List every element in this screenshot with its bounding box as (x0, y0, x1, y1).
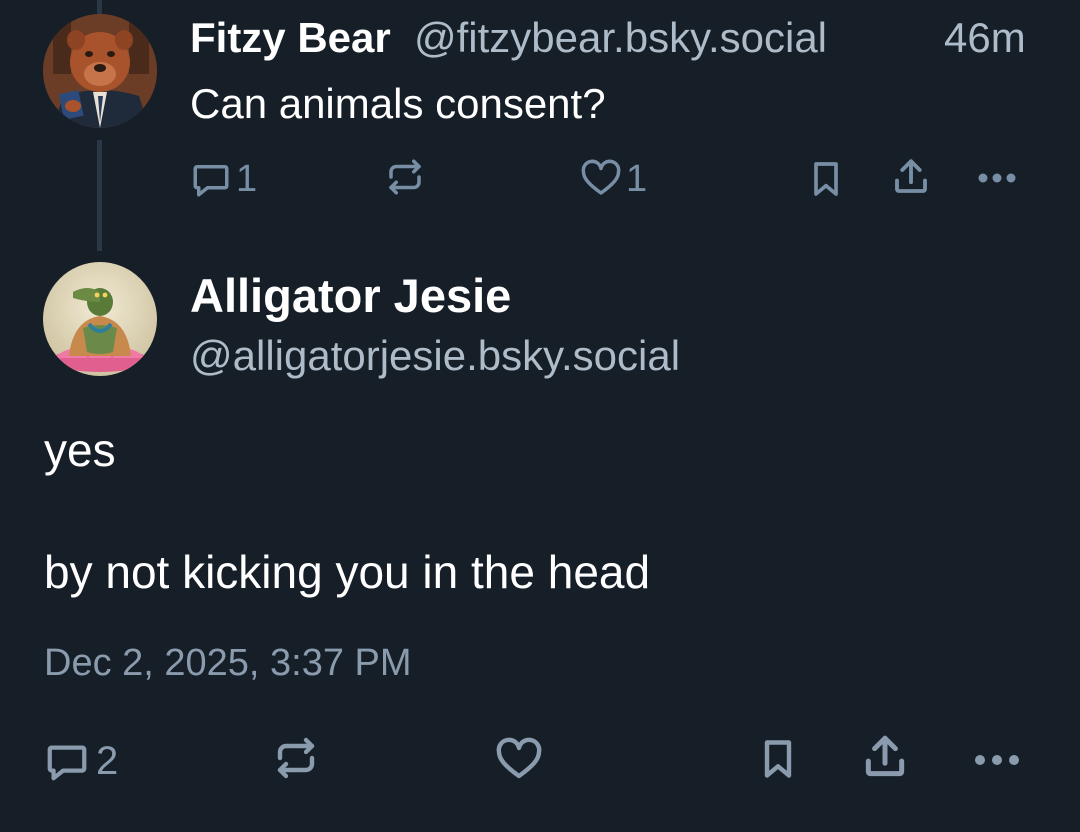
main-bookmark-button[interactable] (756, 734, 800, 784)
main-author-name[interactable]: Alligator Jesie (190, 268, 511, 323)
parent-avatar[interactable] (43, 14, 157, 128)
reply-icon (193, 165, 229, 197)
share-icon (895, 159, 927, 193)
main-avatar[interactable] (43, 262, 157, 376)
repost-icon (389, 159, 421, 195)
share-icon (865, 735, 905, 777)
reply-icon (47, 745, 87, 781)
main-author-handle[interactable]: @alligatorjesie.bsky.social (190, 332, 680, 380)
parent-timestamp[interactable]: 46m (944, 14, 1026, 62)
more-icon (975, 755, 1019, 765)
main-like-button[interactable] (494, 736, 544, 784)
parent-like-button[interactable]: 1 (580, 158, 647, 200)
parent-post-text: Can animals consent? (190, 80, 606, 127)
main-repost-button[interactable] (272, 734, 320, 782)
thread-line (97, 0, 102, 14)
bookmark-icon (764, 740, 792, 778)
main-reply-button[interactable]: 2 (44, 738, 118, 784)
parent-bookmark-button[interactable] (806, 158, 846, 200)
parent-reply-count: 1 (236, 158, 258, 200)
repost-icon (277, 737, 315, 779)
main-share-button[interactable] (860, 732, 910, 782)
parent-repost-button[interactable] (384, 156, 426, 198)
main-reply-count: 2 (96, 739, 119, 783)
main-post-timestamp: Dec 2, 2025, 3:37 PM (44, 642, 412, 684)
heart-icon (496, 737, 542, 779)
more-icon (978, 173, 1016, 183)
parent-reply-button[interactable]: 1 (190, 158, 257, 200)
parent-author-handle[interactable]: @fitzybear.bsky.social (414, 14, 827, 62)
alligator-avatar-icon (43, 262, 157, 376)
parent-share-button[interactable] (890, 156, 932, 198)
thread-line (97, 140, 102, 251)
bear-avatar-icon (43, 14, 157, 128)
bookmark-icon (814, 162, 838, 196)
parent-author-name[interactable]: Fitzy Bear (190, 14, 391, 62)
main-post-text-line: yes (44, 424, 116, 476)
parent-more-button[interactable] (974, 160, 1020, 196)
main-post-text-line: by not kicking you in the head (44, 546, 651, 598)
heart-icon (581, 159, 621, 195)
parent-like-count: 1 (626, 158, 648, 200)
main-more-button[interactable] (970, 740, 1024, 780)
